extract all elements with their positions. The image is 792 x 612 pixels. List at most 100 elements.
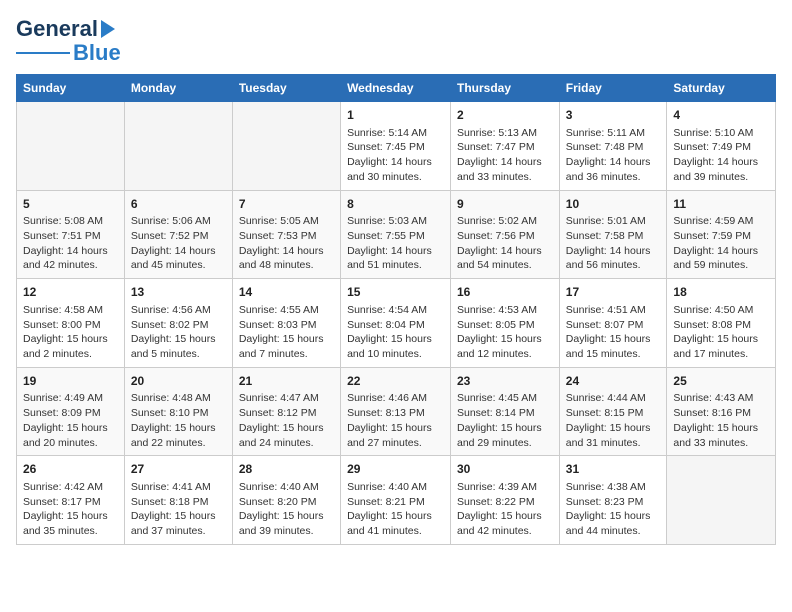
- sunset-text: Sunset: 7:51 PM: [23, 230, 101, 242]
- day-number: 23: [457, 373, 553, 390]
- calendar-cell: 25Sunrise: 4:43 AMSunset: 8:16 PMDayligh…: [667, 367, 776, 456]
- day-number: 5: [23, 196, 118, 213]
- daylight-text: Daylight: 15 hours and 41 minutes.: [347, 510, 432, 537]
- sunrise-text: Sunrise: 4:40 AM: [239, 481, 319, 493]
- sunrise-text: Sunrise: 4:44 AM: [566, 392, 646, 404]
- column-header-wednesday: Wednesday: [341, 75, 451, 102]
- calendar-cell: 1Sunrise: 5:14 AMSunset: 7:45 PMDaylight…: [341, 102, 451, 191]
- calendar-week-row: 1Sunrise: 5:14 AMSunset: 7:45 PMDaylight…: [17, 102, 776, 191]
- calendar-cell: 31 Sunrise: 4:38 AM Sunset: 8:23 PM Dayligh…: [559, 456, 667, 545]
- sunrise-text: Sunrise: 4:46 AM: [347, 392, 427, 404]
- sunset-text: Sunset: 7:56 PM: [457, 230, 535, 242]
- daylight-text: Daylight: 14 hours and 56 minutes.: [566, 245, 651, 272]
- day-number: 7: [239, 196, 334, 213]
- daylight-text: Daylight: 15 hours and 44 minutes.: [566, 510, 651, 537]
- daylight-text: Daylight: 15 hours and 37 minutes.: [131, 510, 216, 537]
- calendar-cell: 9Sunrise: 5:02 AMSunset: 7:56 PMDaylight…: [451, 190, 560, 279]
- calendar-cell: 22 Sunrise: 4:46 AM Sunset: 8:13 PM Dayligh…: [341, 367, 451, 456]
- calendar-cell: 16Sunrise: 4:53 AMSunset: 8:05 PMDayligh…: [451, 279, 560, 368]
- sunrise-text: Sunrise: 4:59 AM: [673, 215, 753, 227]
- sunrise-text: Sunrise: 4:41 AM: [131, 481, 211, 493]
- sunset-text: Sunset: 8:04 PM: [347, 319, 425, 331]
- sunset-text: Sunset: 8:18 PM: [131, 496, 209, 508]
- sunrise-text: Sunrise: 4:56 AM: [131, 304, 211, 316]
- sunset-text: Sunset: 8:03 PM: [239, 319, 317, 331]
- day-number: 8: [347, 196, 444, 213]
- logo-general-text: General: [16, 16, 98, 42]
- daylight-text: Daylight: 15 hours and 27 minutes.: [347, 422, 432, 449]
- daylight-text: Daylight: 14 hours and 36 minutes.: [566, 156, 651, 183]
- day-number: 31: [566, 461, 661, 478]
- day-number: 20: [131, 373, 226, 390]
- sunrise-text: Sunrise: 4:40 AM: [347, 481, 427, 493]
- daylight-text: Daylight: 14 hours and 30 minutes.: [347, 156, 432, 183]
- sunrise-text: Sunrise: 5:03 AM: [347, 215, 427, 227]
- column-header-tuesday: Tuesday: [232, 75, 340, 102]
- column-header-sunday: Sunday: [17, 75, 125, 102]
- calendar-cell: 14Sunrise: 4:55 AMSunset: 8:03 PMDayligh…: [232, 279, 340, 368]
- sunset-text: Sunset: 8:05 PM: [457, 319, 535, 331]
- column-header-monday: Monday: [124, 75, 232, 102]
- calendar-cell: 3Sunrise: 5:11 AMSunset: 7:48 PMDaylight…: [559, 102, 667, 191]
- day-number: 9: [457, 196, 553, 213]
- calendar-cell: 23Sunrise: 4:45 AMSunset: 8:14 PMDayligh…: [451, 367, 560, 456]
- sunset-text: Sunset: 8:14 PM: [457, 407, 535, 419]
- sunrise-text: Sunrise: 4:47 AM: [239, 392, 319, 404]
- calendar-cell: 19Sunrise: 4:49 AMSunset: 8:09 PMDayligh…: [17, 367, 125, 456]
- logo-blue-text: Blue: [73, 40, 121, 66]
- sunrise-text: Sunrise: 4:39 AM: [457, 481, 537, 493]
- day-number: 1: [347, 107, 444, 124]
- daylight-text: Daylight: 15 hours and 2 minutes.: [23, 333, 108, 360]
- calendar-cell: 15Sunrise: 4:54 AMSunset: 8:04 PMDayligh…: [341, 279, 451, 368]
- sunset-text: Sunset: 8:13 PM: [347, 407, 425, 419]
- sunrise-text: Sunrise: 4:38 AM: [566, 481, 646, 493]
- calendar-cell: 2Sunrise: 5:13 AMSunset: 7:47 PMDaylight…: [451, 102, 560, 191]
- sunrise-text: Sunrise: 4:43 AM: [673, 392, 753, 404]
- sunset-text: Sunset: 8:09 PM: [23, 407, 101, 419]
- sunset-text: Sunset: 8:23 PM: [566, 496, 644, 508]
- column-header-saturday: Saturday: [667, 75, 776, 102]
- sunrise-text: Sunrise: 4:51 AM: [566, 304, 646, 316]
- daylight-text: Daylight: 14 hours and 54 minutes.: [457, 245, 542, 272]
- day-number: 15: [347, 284, 444, 301]
- day-number: 6: [131, 196, 226, 213]
- sunset-text: Sunset: 7:45 PM: [347, 141, 425, 153]
- calendar-cell: 28Sunrise: 4:40 AMSunset: 8:20 PMDayligh…: [232, 456, 340, 545]
- calendar-cell: 30Sunrise: 4:39 AMSunset: 8:22 PMDayligh…: [451, 456, 560, 545]
- daylight-text: Daylight: 15 hours and 12 minutes.: [457, 333, 542, 360]
- daylight-text: Daylight: 14 hours and 48 minutes.: [239, 245, 324, 272]
- sunset-text: Sunset: 8:17 PM: [23, 496, 101, 508]
- sunset-text: Sunset: 8:10 PM: [131, 407, 209, 419]
- sunrise-text: Sunrise: 4:45 AM: [457, 392, 537, 404]
- sunset-text: Sunset: 8:20 PM: [239, 496, 317, 508]
- day-number: 4: [673, 107, 769, 124]
- calendar-week-row: 5Sunrise: 5:08 AMSunset: 7:51 PMDaylight…: [17, 190, 776, 279]
- column-header-thursday: Thursday: [451, 75, 560, 102]
- sunset-text: Sunset: 7:58 PM: [566, 230, 644, 242]
- day-number: 17: [566, 284, 661, 301]
- calendar-cell: 12Sunrise: 4:58 AMSunset: 8:00 PMDayligh…: [17, 279, 125, 368]
- day-number: 22: [347, 373, 444, 390]
- calendar-cell: 26Sunrise: 4:42 AMSunset: 8:17 PMDayligh…: [17, 456, 125, 545]
- calendar-cell: [17, 102, 125, 191]
- calendar-cell: 10Sunrise: 5:01 AMSunset: 7:58 PMDayligh…: [559, 190, 667, 279]
- sunrise-text: Sunrise: 5:06 AM: [131, 215, 211, 227]
- day-number: 2: [457, 107, 553, 124]
- daylight-text: Daylight: 14 hours and 42 minutes.: [23, 245, 108, 272]
- calendar-cell: [124, 102, 232, 191]
- sunset-text: Sunset: 7:49 PM: [673, 141, 751, 153]
- sunset-text: Sunset: 8:00 PM: [23, 319, 101, 331]
- day-number: 12: [23, 284, 118, 301]
- logo-arrow-icon: [99, 19, 117, 39]
- calendar-cell: [232, 102, 340, 191]
- day-number: 3: [566, 107, 661, 124]
- calendar-cell: 20Sunrise: 4:48 AMSunset: 8:10 PMDayligh…: [124, 367, 232, 456]
- sunset-text: Sunset: 7:59 PM: [673, 230, 751, 242]
- calendar-cell: [667, 456, 776, 545]
- daylight-text: Daylight: 15 hours and 10 minutes.: [347, 333, 432, 360]
- sunset-text: Sunset: 7:53 PM: [239, 230, 317, 242]
- day-number: 26: [23, 461, 118, 478]
- daylight-text: Daylight: 14 hours and 33 minutes.: [457, 156, 542, 183]
- sunrise-text: Sunrise: 4:53 AM: [457, 304, 537, 316]
- calendar-week-row: 26Sunrise: 4:42 AMSunset: 8:17 PMDayligh…: [17, 456, 776, 545]
